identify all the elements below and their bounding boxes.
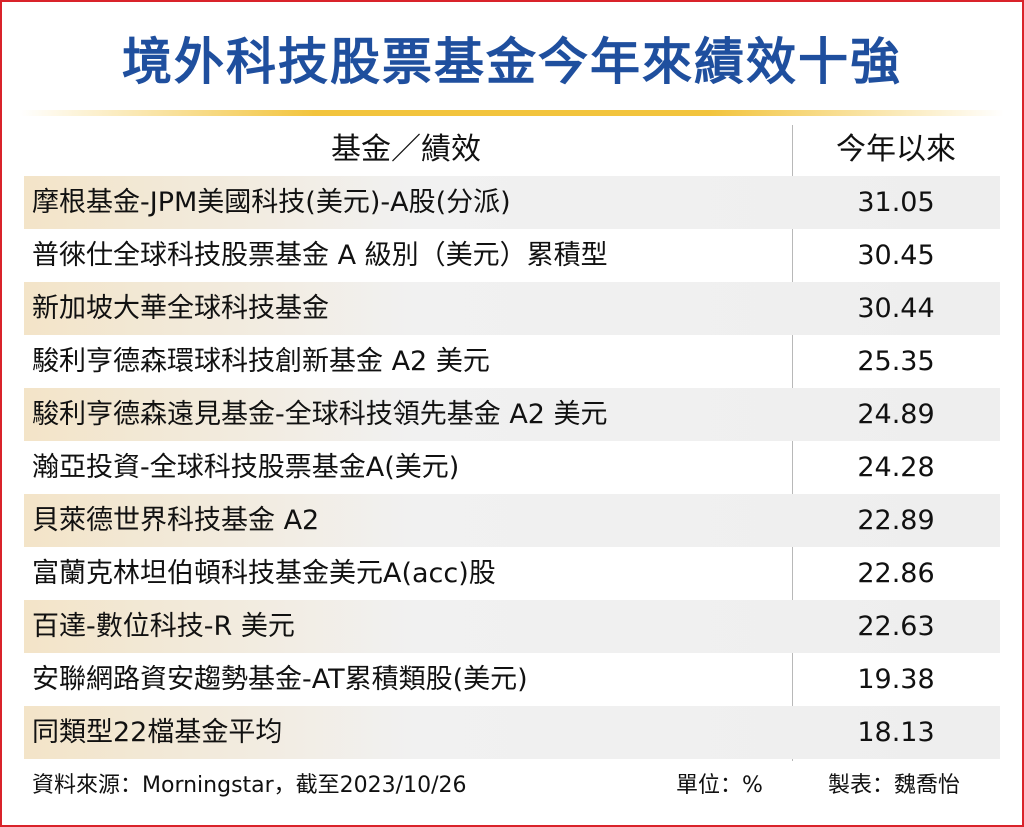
fund-return: 19.38 <box>857 664 935 695</box>
column-header-fund: 基金／績效 <box>331 132 481 167</box>
fund-return: 30.44 <box>857 293 935 324</box>
fund-name: 駿利亨德森遠見基金-全球科技領先基金 A2 美元 <box>32 399 608 430</box>
fund-name: 富蘭克林坦伯頓科技基金美元A(acc)股 <box>32 558 496 589</box>
fund-table: 摩根基金-JPM美國科技(美元)-A股(分派) 31.05 普徠仕全球科技股票基… <box>24 176 1000 759</box>
table-row: 安聯網路資安趨勢基金-AT累積類股(美元) 19.38 <box>24 653 1000 706</box>
maker-note: 製表：魏喬怡 <box>828 773 961 798</box>
table-row: 駿利亨德森環球科技創新基金 A2 美元 25.35 <box>24 335 1000 388</box>
fund-return: 24.89 <box>857 399 935 430</box>
table-row: 百達-數位科技-R 美元 22.63 <box>24 600 1000 653</box>
fund-return: 24.28 <box>857 452 935 483</box>
source-note: 資料來源：Morningstar，截至2023/10/26 <box>32 773 467 798</box>
table-row: 普徠仕全球科技股票基金 A 級別（美元）累積型 30.45 <box>24 229 1000 282</box>
unit-note: 單位：% <box>676 773 763 798</box>
fund-return: 30.45 <box>857 240 935 271</box>
fund-return: 22.63 <box>857 611 935 642</box>
table-row: 駿利亨德森遠見基金-全球科技領先基金 A2 美元 24.89 <box>24 388 1000 441</box>
fund-return: 31.05 <box>857 187 935 218</box>
fund-return: 22.86 <box>857 558 935 589</box>
table-row: 摩根基金-JPM美國科技(美元)-A股(分派) 31.05 <box>24 176 1000 229</box>
fund-return: 22.89 <box>857 505 935 536</box>
fund-name: 摩根基金-JPM美國科技(美元)-A股(分派) <box>32 187 511 218</box>
chart-title: 境外科技股票基金今年來績效十強 <box>122 33 902 91</box>
table-row: 瀚亞投資-全球科技股票基金A(美元) 24.28 <box>24 441 1000 494</box>
column-header-ytd: 今年以來 <box>836 132 956 167</box>
fund-name: 駿利亨德森環球科技創新基金 A2 美元 <box>32 346 490 377</box>
fund-name: 普徠仕全球科技股票基金 A 級別（美元）累積型 <box>32 240 608 271</box>
fund-name: 瀚亞投資-全球科技股票基金A(美元) <box>32 452 460 483</box>
title-underline <box>20 110 1004 116</box>
fund-name: 貝萊德世界科技基金 A2 <box>32 505 320 536</box>
table-row: 同類型22檔基金平均 18.13 <box>24 706 1000 759</box>
fund-return: 18.13 <box>857 717 935 748</box>
table-row: 新加坡大華全球科技基金 30.44 <box>24 282 1000 335</box>
fund-name: 同類型22檔基金平均 <box>32 717 283 748</box>
table-row: 貝萊德世界科技基金 A2 22.89 <box>24 494 1000 547</box>
fund-name: 新加坡大華全球科技基金 <box>32 293 329 324</box>
table-row: 富蘭克林坦伯頓科技基金美元A(acc)股 22.86 <box>24 547 1000 600</box>
fund-name: 百達-數位科技-R 美元 <box>32 611 295 642</box>
fund-return: 25.35 <box>857 346 935 377</box>
fund-name: 安聯網路資安趨勢基金-AT累積類股(美元) <box>32 664 528 695</box>
